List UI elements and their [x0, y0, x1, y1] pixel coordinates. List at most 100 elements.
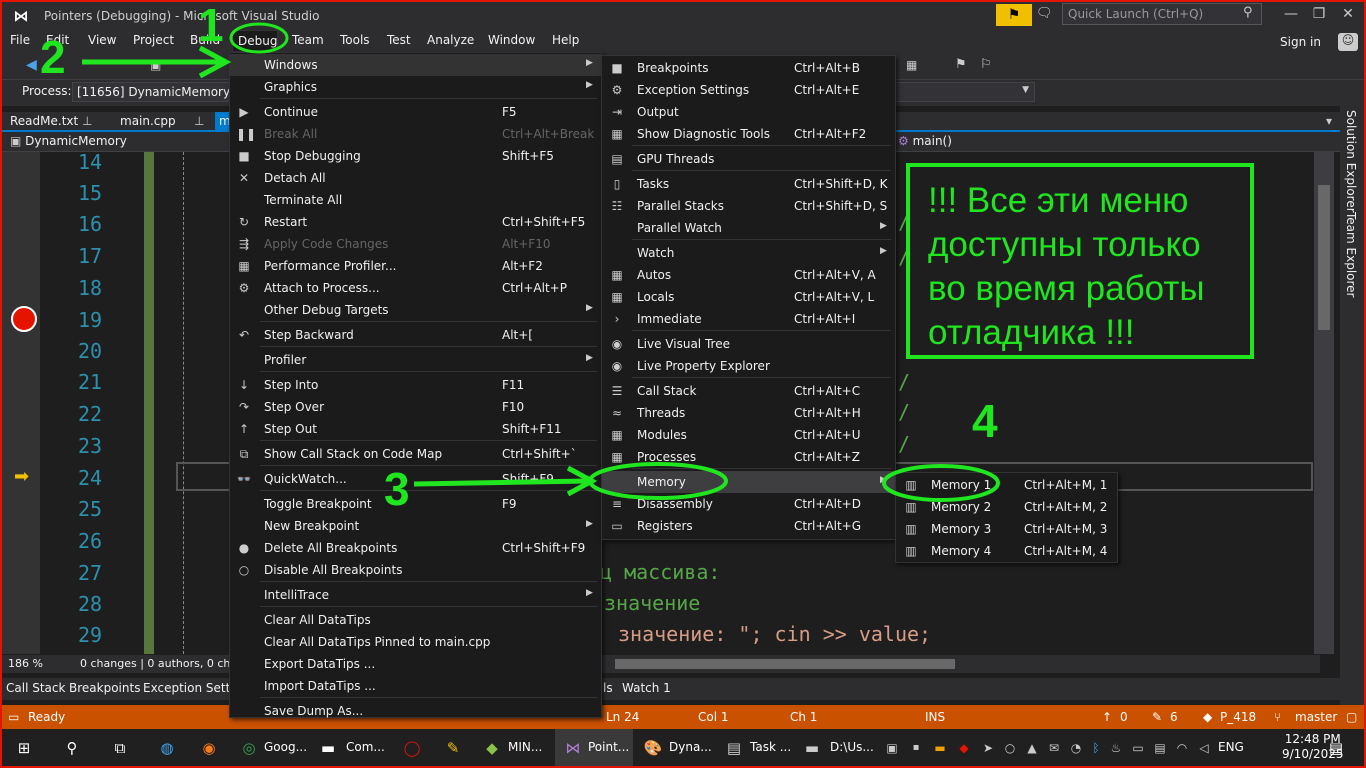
menu-item-output[interactable]: ⇥ Output	[602, 101, 895, 123]
tray-icon[interactable]: ◆	[952, 737, 976, 759]
telegram-icon[interactable]: ➤	[976, 737, 1000, 759]
menu-item-processes[interactable]: ▦ Processes Ctrl+Alt+Z	[602, 446, 895, 468]
menu-item-breakpoints[interactable]: ■ Breakpoints Ctrl+Alt+B	[602, 57, 895, 79]
menu-item-performance-profiler[interactable]: ▦ Performance Profiler... Alt+F2	[230, 255, 601, 277]
team-explorer-tab[interactable]: Team Explorer	[1344, 212, 1358, 298]
search-icon[interactable]: ⚲	[60, 737, 84, 759]
menu-help[interactable]: Help	[552, 33, 579, 47]
breakpoint-icon[interactable]	[11, 306, 37, 332]
tray-icon[interactable]: ▪	[904, 737, 928, 759]
menu-item-stop-debugging[interactable]: ■ Stop Debugging Shift+F5	[230, 145, 601, 167]
taskbar-paint-label[interactable]: Dyna...	[669, 740, 712, 754]
taskbar-chrome-label[interactable]: Goog...	[264, 740, 307, 754]
menu-item-terminate-all[interactable]: Terminate All	[230, 189, 601, 211]
menu-item-watch[interactable]: Watch ▶	[602, 242, 895, 264]
menu-item-apply-code-changes[interactable]: ⇶ Apply Code Changes Alt+F10	[230, 233, 601, 255]
menu-item-call-stack[interactable]: ☰ Call Stack Ctrl+Alt+C	[602, 380, 895, 402]
notification-flag-icon[interactable]: ⚑	[996, 4, 1032, 26]
quick-launch-input[interactable]: Quick Launch (Ctrl+Q)	[1062, 3, 1262, 25]
status-changes[interactable]: 6	[1170, 710, 1178, 724]
wifi-icon[interactable]: ◠	[1170, 737, 1194, 759]
task-view-icon[interactable]: ⧉	[108, 737, 132, 759]
menu-item-clear-all-datatips-pinned-to-main-cpp[interactable]: Clear All DataTips Pinned to main.cpp	[230, 631, 601, 653]
menu-item-exception-settings[interactable]: ⚙ Exception Settings Ctrl+Alt+E	[602, 79, 895, 101]
menu-item-memory-3[interactable]: ▥ Memory 3 Ctrl+Alt+M, 3	[896, 518, 1117, 540]
menu-item-disassembly[interactable]: ≡ Disassembly Ctrl+Alt+D	[602, 493, 895, 515]
tab-overflow-icon[interactable]: ▾	[1326, 114, 1332, 128]
tray-icon[interactable]: ○	[998, 737, 1022, 759]
menu-item-toggle-breakpoint[interactable]: Toggle Breakpoint F9	[230, 493, 601, 515]
tab-exception-settings[interactable]: Exception Settin	[143, 681, 241, 695]
stack-frame-dropdown[interactable]: ▼	[895, 82, 1035, 102]
tray-icon[interactable]: ▬	[928, 737, 952, 759]
horizontal-scrollbar-thumb[interactable]	[615, 659, 955, 669]
pin-icon[interactable]: ⊥	[82, 114, 92, 128]
menu-item-locals[interactable]: ▦ Locals Ctrl+Alt+V, L	[602, 286, 895, 308]
account-icon[interactable]: ☺	[1338, 33, 1358, 51]
branch-icon[interactable]: ⑂	[1274, 710, 1281, 724]
menu-project[interactable]: Project	[133, 33, 174, 47]
sign-in-link[interactable]: Sign in	[1280, 35, 1321, 49]
close-button[interactable]: ✕	[1337, 4, 1359, 24]
menu-item-export-datatips[interactable]: Export DataTips ...	[230, 653, 601, 675]
opera-icon[interactable]: ◯	[400, 737, 424, 759]
menu-item-graphics[interactable]: Graphics ▶	[230, 76, 601, 98]
tab-call-stack[interactable]: Call Stack	[6, 681, 65, 695]
edge-icon[interactable]: ◍	[155, 737, 179, 759]
menu-item-live-visual-tree[interactable]: ◉ Live Visual Tree	[602, 333, 895, 355]
windows-start-icon[interactable]: ⊞	[12, 737, 36, 759]
menu-item-registers[interactable]: ▭ Registers Ctrl+Alt+G	[602, 515, 895, 537]
task-manager-icon[interactable]: ▤	[722, 737, 746, 759]
tab-watch-1[interactable]: Watch 1	[622, 681, 671, 695]
menu-debug[interactable]: Debug	[232, 30, 278, 52]
menu-item-detach-all[interactable]: ✕ Detach All	[230, 167, 601, 189]
menu-item-memory-1[interactable]: ▥ Memory 1 Ctrl+Alt+M, 1	[896, 474, 1117, 496]
menu-item-parallel-stacks[interactable]: ☷ Parallel Stacks Ctrl+Shift+D, S	[602, 195, 895, 217]
menu-item-show-call-stack-on-code-map[interactable]: ⧉ Show Call Stack on Code Map Ctrl+Shift+`	[230, 443, 601, 465]
menu-item-live-property-explorer[interactable]: ◉ Live Property Explorer	[602, 355, 895, 377]
tray-icon[interactable]: ▲	[1020, 737, 1044, 759]
menu-item-new-breakpoint[interactable]: New Breakpoint ▶	[230, 515, 601, 537]
taskbar-mingw-label[interactable]: MIN...	[508, 740, 542, 754]
bookmark-icon[interactable]: ⚑	[955, 57, 967, 72]
tab-readme[interactable]: ReadMe.txt	[10, 114, 78, 128]
menu-team[interactable]: Team	[292, 33, 324, 47]
menu-item-step-backward[interactable]: ↶ Step Backward Alt+[	[230, 324, 601, 346]
menu-item-memory-4[interactable]: ▥ Memory 4 Ctrl+Alt+M, 4	[896, 540, 1117, 562]
menu-item-windows[interactable]: Windows ▶	[230, 54, 601, 76]
status-branch[interactable]: master	[1295, 710, 1337, 724]
menu-analyze[interactable]: Analyze	[427, 33, 474, 47]
menu-item-step-over[interactable]: ↷ Step Over F10	[230, 396, 601, 418]
function-dropdown[interactable]: ⚙ main()	[898, 134, 952, 148]
menu-window[interactable]: Window	[488, 33, 535, 47]
solution-explorer-tab[interactable]: Solution Explorer	[1344, 110, 1358, 213]
menu-item-clear-all-datatips[interactable]: Clear All DataTips	[230, 609, 601, 631]
glyph-margin[interactable]	[0, 152, 40, 654]
tray-icon[interactable]: ▤	[1148, 737, 1172, 759]
search-icon[interactable]: ⚲	[1243, 5, 1253, 20]
notifications-icon[interactable]: ▢	[1346, 710, 1357, 724]
volume-icon[interactable]: ◁	[1192, 737, 1216, 759]
menu-test[interactable]: Test	[387, 33, 411, 47]
menu-view[interactable]: View	[88, 33, 116, 47]
repo-icon[interactable]: ◆	[1203, 710, 1212, 724]
menu-tools[interactable]: Tools	[340, 33, 370, 47]
menu-item-delete-all-breakpoints[interactable]: ● Delete All Breakpoints Ctrl+Shift+F9	[230, 537, 601, 559]
menu-item-tasks[interactable]: ▯ Tasks Ctrl+Shift+D, K	[602, 173, 895, 195]
taskbar-taskmgr-label[interactable]: Task ...	[750, 740, 791, 754]
pin-icon[interactable]: ⊥	[194, 114, 204, 128]
menu-item-continue[interactable]: ▶ Continue F5	[230, 101, 601, 123]
minimize-button[interactable]: —	[1280, 4, 1302, 24]
menu-file[interactable]: File	[10, 33, 30, 47]
tray-icon[interactable]: ✉	[1042, 737, 1066, 759]
publish-icon[interactable]: ↑	[1102, 710, 1112, 724]
menu-item-gpu-threads[interactable]: ▤ GPU Threads	[602, 148, 895, 170]
chrome-icon[interactable]: ◎	[237, 737, 261, 759]
menu-item-quickwatch[interactable]: 👓 QuickWatch... Shift+F9	[230, 468, 601, 490]
menu-item-parallel-watch[interactable]: Parallel Watch ▶	[602, 217, 895, 239]
firefox-icon[interactable]: ◉	[197, 737, 221, 759]
menu-item-threads[interactable]: ≈ Threads Ctrl+Alt+H	[602, 402, 895, 424]
zoom-level[interactable]: 186 %	[8, 657, 43, 670]
taskbar-console-label[interactable]: Com...	[346, 740, 385, 754]
back-icon[interactable]: ◀	[26, 57, 37, 73]
